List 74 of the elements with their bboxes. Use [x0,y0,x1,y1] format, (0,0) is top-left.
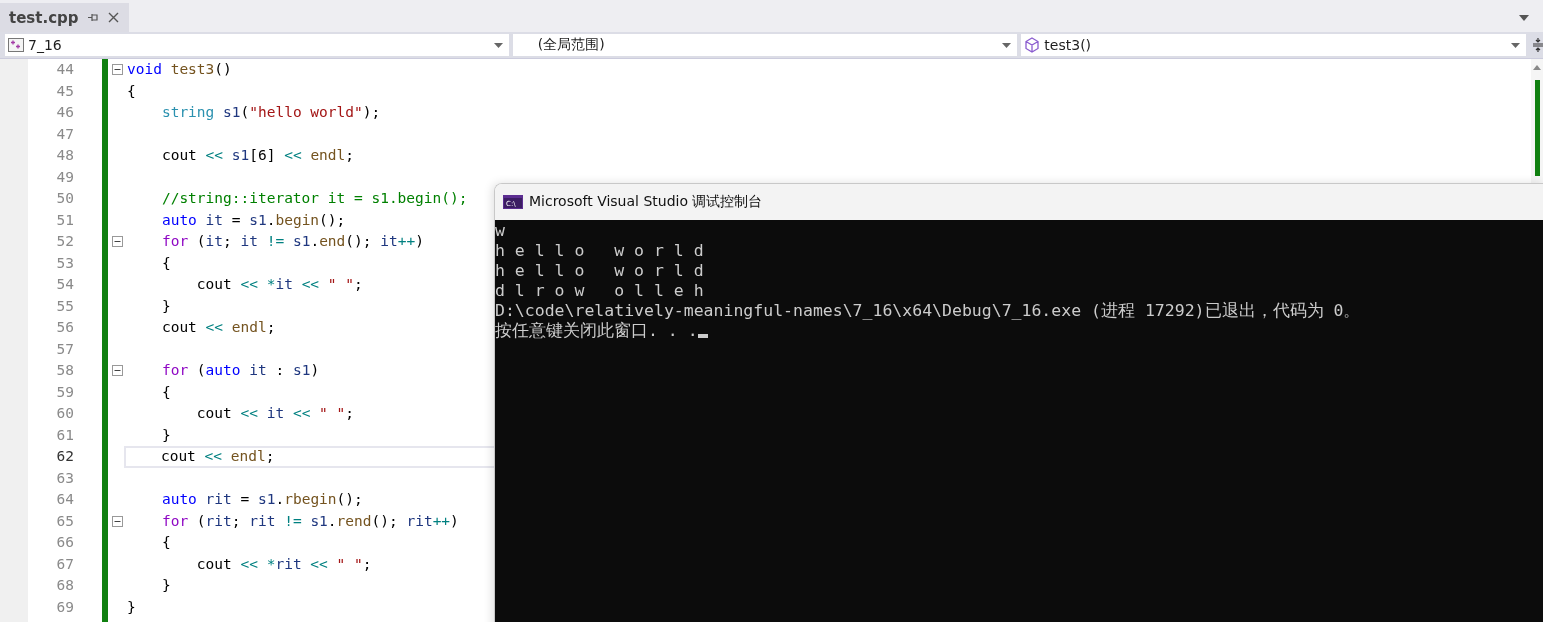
line-number: 63 [55,468,74,488]
code-line: { [160,254,171,271]
code-line: void test3() [127,61,232,77]
console-output-line: 按任意键关闭此窗口. . . [495,321,698,341]
line-number: 56 [55,318,74,337]
code-line: { [127,82,136,99]
code-line: } [160,297,171,314]
line-number: 59 [55,382,74,402]
line-number: 51 [55,210,74,230]
code-line: { [160,534,171,550]
code-line: } [127,598,136,615]
line-number: 62 [55,447,74,466]
line-number: 50 [55,189,74,208]
code-line: auto rit = s1.rbegin(); [160,491,363,507]
line-number: 47 [55,124,74,144]
code-line: for (it; it != s1.end(); it++) [160,233,424,249]
caret-icon [1002,42,1012,48]
line-number: 60 [55,404,74,423]
code-line: string s1("hello world"); [160,104,381,120]
cube-icon [1024,37,1041,53]
line-number: 64 [55,490,74,509]
console-output-line: h e l l o w o r l d [495,241,704,261]
console-output-line: D:\code\relatively-meaningful-names\7_16\x64\Debug\7_16.exe (进程 17292)已退出，代码为 0。 [495,301,1361,321]
line-number: 68 [55,576,74,595]
code-line: cout << endl; [160,319,276,335]
code-line: //string::iterator it = s1.begin(); [160,190,468,206]
line-number: 57 [55,339,74,359]
collapse-icon[interactable] [111,236,123,248]
line-number: 58 [55,361,74,380]
dropdown-caret-icon[interactable] [1519,15,1529,21]
collapse-icon[interactable] [111,515,123,527]
line-number: 54 [55,275,74,294]
split-window-icon[interactable] [1533,38,1543,52]
close-icon[interactable] [107,12,119,23]
code-line: } [160,426,171,443]
code-line: { [160,383,171,400]
console-title: Microsoft Visual Studio 调试控制台 [529,193,763,211]
console-output-line: w [495,221,505,241]
code-line: cout << it << " "; [195,405,355,421]
code-line: cout << endl; [159,448,275,464]
console-output-line: d l r o w o l l e h [495,281,704,301]
file-tab[interactable]: test.cpp [0,3,129,32]
pin-icon[interactable] [87,12,99,23]
vertical-scrollbar[interactable] [1531,59,1543,183]
scroll-up-icon[interactable] [1533,65,1541,70]
line-number: 53 [55,253,74,273]
line-number: 48 [55,146,74,165]
line-number: 69 [55,597,74,617]
collapse-icon[interactable] [111,64,123,76]
line-number: 46 [55,103,74,122]
project-dropdown[interactable]: 7_16 [5,34,509,56]
scope-dropdown[interactable]: (全局范围) [512,34,1018,56]
code-line: for (auto it : s1) [160,362,320,378]
console-output-line: h e l l o w o r l d [495,261,704,281]
caret-icon [1511,42,1520,48]
code-line: cout << *rit << " "; [195,555,372,572]
line-number: 61 [55,425,74,445]
caret-icon [493,42,503,48]
code-line: cout << s1[6] << endl; [160,147,355,163]
line-number: 66 [55,533,74,552]
line-number: 49 [55,167,74,187]
line-number: 52 [55,232,74,251]
code-line: for (rit; rit != s1.rend(); rit++) [160,512,459,529]
code-line: cout << *it << " "; [195,276,363,292]
code-line: } [160,577,171,593]
line-number: 44 [55,60,74,79]
line-number: 55 [55,296,74,316]
collapse-icon[interactable] [111,365,123,377]
project-icon [8,38,24,52]
line-number: 65 [55,511,74,531]
line-number: 67 [55,554,74,574]
code-line: auto it = s1.begin(); [160,211,346,228]
line-number: 45 [55,81,74,101]
member-dropdown[interactable]: test3() [1021,34,1526,56]
